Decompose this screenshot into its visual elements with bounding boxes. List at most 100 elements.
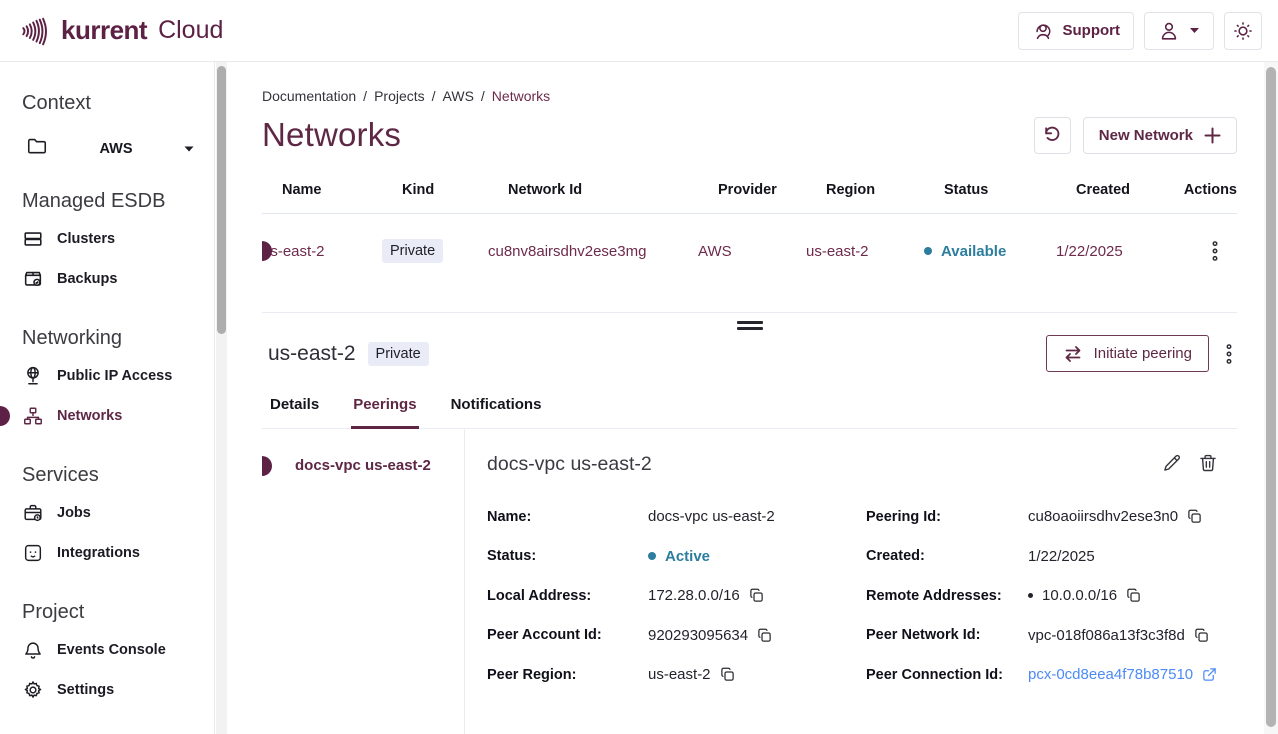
kebab-icon — [1225, 343, 1233, 365]
breadcrumb-item[interactable]: Documentation — [262, 88, 356, 104]
breadcrumb-item[interactable]: Projects — [374, 88, 425, 104]
column-header: Region — [826, 182, 944, 198]
table-header-row: Name Kind Network Id Provider Region Sta… — [262, 182, 1237, 214]
delete-peering-button[interactable] — [1198, 453, 1218, 473]
backups-icon — [22, 268, 44, 290]
support-button[interactable]: Support — [1018, 12, 1135, 50]
kind-badge: Private — [382, 239, 443, 263]
table-row[interactable]: us-east-2 Private cu8nv8airsdhv2ese3mg A… — [262, 214, 1237, 288]
context-value: AWS — [99, 141, 132, 157]
field-label-peer-connection-id: Peer Connection Id: — [866, 655, 1028, 695]
field-value-peer-region: us-east-2 — [648, 666, 711, 683]
column-header: Provider — [718, 182, 826, 198]
network-actions-button[interactable] — [1221, 339, 1237, 369]
copy-peering-id-button[interactable] — [1187, 509, 1202, 524]
theme-toggle-button[interactable] — [1224, 12, 1262, 50]
copy-remote-addresses-button[interactable] — [1126, 588, 1141, 603]
column-header: Status — [944, 182, 1076, 198]
person-icon — [1158, 20, 1180, 42]
list-bullet — [1028, 593, 1033, 598]
title-row: Networks New Network — [262, 116, 1237, 154]
tab-notifications[interactable]: Notifications — [449, 396, 544, 429]
refresh-button[interactable] — [1034, 117, 1071, 154]
detail-tabs: Details Peerings Notifications — [262, 396, 1237, 429]
sidebar-section-services: Services — [22, 464, 204, 487]
caret-down-icon — [1189, 27, 1200, 34]
field-value-peering-id: cu8oaoiirsdhv2ese3n0 — [1028, 508, 1178, 525]
briefcase-icon — [22, 502, 44, 524]
gear-icon — [22, 679, 44, 701]
network-tree-icon — [22, 405, 44, 427]
sidebar-section-context: Context — [22, 92, 204, 115]
column-header: Name — [282, 182, 402, 198]
sidebar-item-public-ip-access[interactable]: Public IP Access — [22, 356, 204, 396]
column-header: Kind — [402, 182, 508, 198]
sidebar-item-label: Events Console — [57, 642, 166, 658]
selected-peering-marker — [262, 456, 272, 476]
user-menu-button[interactable] — [1144, 12, 1214, 50]
new-network-button[interactable]: New Network — [1083, 117, 1237, 154]
cell-region: us-east-2 — [806, 243, 924, 260]
breadcrumb-separator: / — [481, 88, 485, 104]
sidebar-item-jobs[interactable]: Jobs — [22, 493, 204, 533]
tab-peerings[interactable]: Peerings — [351, 396, 418, 429]
peer-connection-link[interactable]: pcx-0cd8eea4f78b87510 — [1028, 655, 1237, 695]
field-label-peer-region: Peer Region: — [487, 655, 648, 695]
sidebar-section-managed-esdb: Managed ESDB — [22, 190, 204, 213]
sidebar: Context AWS Managed ESDB Clusters — [0, 62, 215, 734]
trash-icon — [1198, 453, 1218, 473]
peerings-panel: docs-vpc us-east-2 docs-vpc us-east-2 — [262, 429, 1237, 734]
copy-peer-region-button[interactable] — [720, 667, 735, 682]
folder-icon — [26, 135, 48, 162]
plus-icon — [1204, 127, 1221, 144]
sidebar-item-integrations[interactable]: Integrations — [22, 533, 204, 573]
breadcrumb-separator: / — [432, 88, 436, 104]
external-link-icon — [1202, 667, 1217, 682]
page-scrollbar[interactable] — [1264, 62, 1278, 734]
sidebar-item-settings[interactable]: Settings — [22, 670, 204, 710]
field-value-created: 1/22/2025 — [1028, 548, 1095, 565]
sidebar-scrollbar[interactable] — [216, 62, 227, 734]
sidebar-item-events-console[interactable]: Events Console — [22, 630, 204, 670]
brand-name: kurrent — [61, 15, 147, 46]
sidebar-item-networks[interactable]: Networks — [22, 396, 204, 436]
cell-name: us-east-2 — [262, 243, 382, 260]
sidebar-scrollbar-thumb[interactable] — [217, 66, 226, 334]
breadcrumb: Documentation/Projects/AWS/Networks — [262, 88, 1237, 104]
caret-down-icon — [184, 146, 194, 152]
field-value-peer-account-id: 920293095634 — [648, 627, 748, 644]
sidebar-item-label: Integrations — [57, 545, 140, 561]
outlet-icon — [22, 542, 44, 564]
copy-icon — [1194, 628, 1209, 643]
copy-peer-account-id-button[interactable] — [757, 628, 772, 643]
cell-provider: AWS — [698, 243, 806, 260]
app-header: kurrent Cloud Support — [0, 0, 1278, 62]
tab-details[interactable]: Details — [268, 396, 321, 429]
breadcrumb-item[interactable]: AWS — [443, 88, 474, 104]
column-header: Network Id — [508, 182, 718, 198]
resize-handle[interactable] — [737, 321, 763, 330]
copy-icon — [1187, 509, 1202, 524]
brand-logo[interactable]: kurrent Cloud — [20, 15, 223, 47]
peering-list-item[interactable]: docs-vpc us-east-2 — [262, 455, 464, 476]
sun-icon — [1232, 20, 1254, 42]
sidebar-item-clusters[interactable]: Clusters — [22, 219, 204, 259]
sidebar-item-label: Backups — [57, 271, 117, 287]
status-dot — [648, 552, 656, 560]
peering-title: docs-vpc us-east-2 — [487, 453, 652, 476]
peering-list-item-label: docs-vpc us-east-2 — [295, 457, 431, 474]
copy-local-address-button[interactable] — [749, 588, 764, 603]
copy-peer-network-id-button[interactable] — [1194, 628, 1209, 643]
copy-icon — [749, 588, 764, 603]
column-header: Actions — [1183, 182, 1237, 198]
page-scrollbar-thumb[interactable] — [1266, 67, 1276, 727]
edit-peering-button[interactable] — [1162, 453, 1182, 473]
networks-table: Name Kind Network Id Provider Region Sta… — [262, 182, 1237, 288]
bell-icon — [22, 639, 44, 661]
sidebar-item-backups[interactable]: Backups — [22, 259, 204, 299]
context-selector[interactable]: AWS — [26, 135, 194, 162]
field-label-local-address: Local Address: — [487, 576, 648, 616]
initiate-peering-label: Initiate peering — [1094, 345, 1192, 362]
row-actions-button[interactable] — [1207, 236, 1223, 266]
initiate-peering-button[interactable]: Initiate peering — [1046, 335, 1209, 372]
